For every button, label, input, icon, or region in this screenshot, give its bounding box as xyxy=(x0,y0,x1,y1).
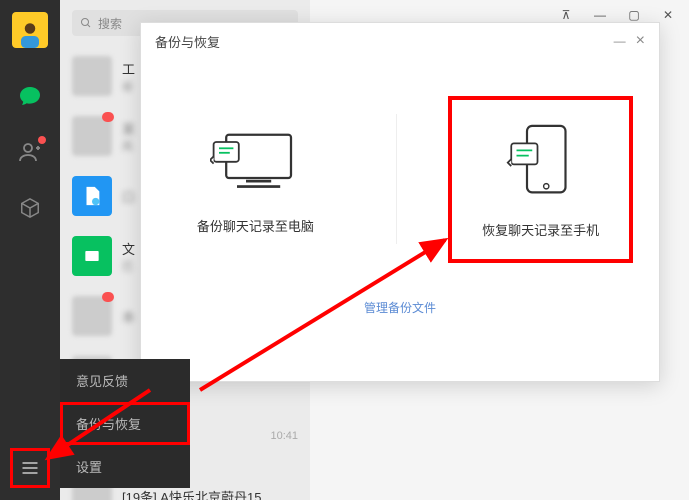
modal-minimize-icon[interactable]: — xyxy=(614,34,626,48)
backup-label: 备份聊天记录至电脑 xyxy=(197,216,314,235)
manage-backup-link[interactable]: 管理备份文件 xyxy=(364,301,436,315)
monitor-icon xyxy=(210,124,300,196)
search-placeholder: 搜索 xyxy=(98,15,122,32)
modal-title: 备份与恢复 xyxy=(155,32,220,51)
divider xyxy=(396,114,397,244)
notification-dot xyxy=(38,136,46,144)
avatar[interactable] xyxy=(12,12,48,48)
phone-icon xyxy=(506,120,576,200)
menu-settings[interactable]: 设置 xyxy=(60,445,190,488)
file-icon xyxy=(72,176,112,216)
hamburger-highlight xyxy=(10,448,50,488)
restore-label: 恢复聊天记录至手机 xyxy=(482,220,599,239)
unread-badge xyxy=(102,292,114,302)
primary-sidebar xyxy=(0,0,60,500)
modal-close-icon[interactable]: × xyxy=(636,32,645,50)
menu-icon[interactable] xyxy=(16,454,44,482)
unread-badge xyxy=(102,112,114,122)
backup-restore-modal: 备份与恢复 — × 备份聊天记录至电脑 xyxy=(140,22,660,382)
box-icon[interactable] xyxy=(16,194,44,222)
menu-backup-restore[interactable]: 备份与恢复 xyxy=(60,402,190,445)
folder-icon xyxy=(72,236,112,276)
menu-feedback[interactable]: 意见反馈 xyxy=(60,359,190,402)
restore-to-phone-option[interactable]: 恢复聊天记录至手机 xyxy=(448,96,633,263)
settings-popup: 意见反馈 备份与恢复 设置 xyxy=(60,359,190,488)
chat-icon[interactable] xyxy=(16,82,44,110)
contacts-icon[interactable] xyxy=(16,138,44,166)
backup-to-pc-option[interactable]: 备份聊天记录至电脑 xyxy=(167,104,344,255)
